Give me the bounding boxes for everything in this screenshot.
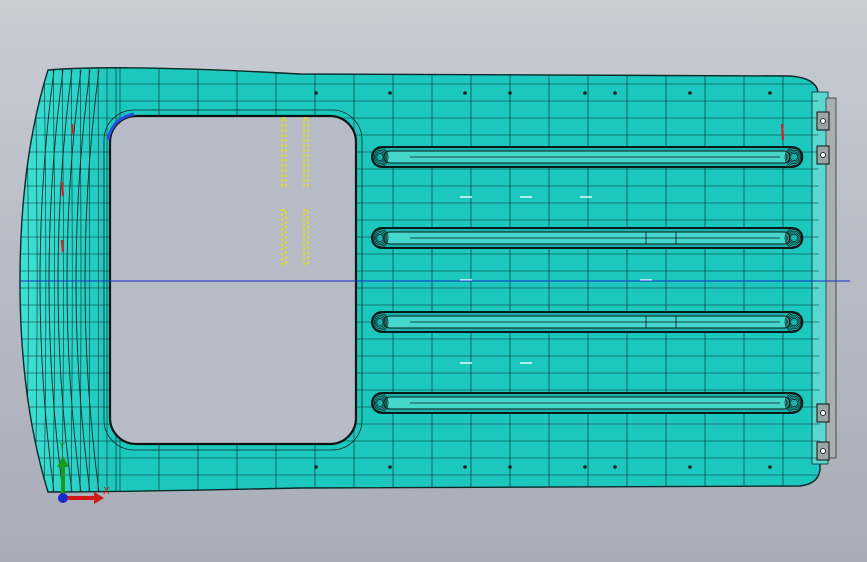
fastener-dot [508, 91, 512, 95]
fastener-dot [388, 91, 392, 95]
fastener-dot [463, 465, 467, 469]
bracket-hole [820, 152, 826, 158]
triad-origin [58, 493, 68, 503]
roof-rib [371, 311, 804, 333]
bracket-hole [820, 118, 826, 124]
roof-rib [371, 146, 804, 168]
fastener-dot [463, 91, 467, 95]
opening-cutout [108, 114, 358, 446]
fastener-dot [688, 465, 692, 469]
red-marker [70, 123, 75, 135]
fastener-dot [688, 91, 692, 95]
cad-viewport[interactable] [0, 0, 867, 562]
fastener-dot [314, 465, 318, 469]
triad-x-label: X [103, 486, 110, 497]
triad-y-label: Y [59, 441, 66, 452]
roof-rib [371, 227, 804, 249]
sunroof-opening [103, 109, 363, 451]
fastener-dot [388, 465, 392, 469]
fastener-dot [314, 91, 318, 95]
red-marker [780, 123, 785, 141]
fastener-dot [613, 465, 617, 469]
fastener-dot [508, 465, 512, 469]
roof-rib [371, 392, 804, 414]
fastener-dot [583, 465, 587, 469]
fastener-dot [768, 465, 772, 469]
fastener-dot [768, 91, 772, 95]
fastener-dot [583, 91, 587, 95]
bracket-hole [820, 410, 826, 416]
fastener-dot [613, 91, 617, 95]
bracket-hole [820, 448, 826, 454]
red-marker [60, 239, 65, 253]
red-marker [60, 181, 65, 197]
